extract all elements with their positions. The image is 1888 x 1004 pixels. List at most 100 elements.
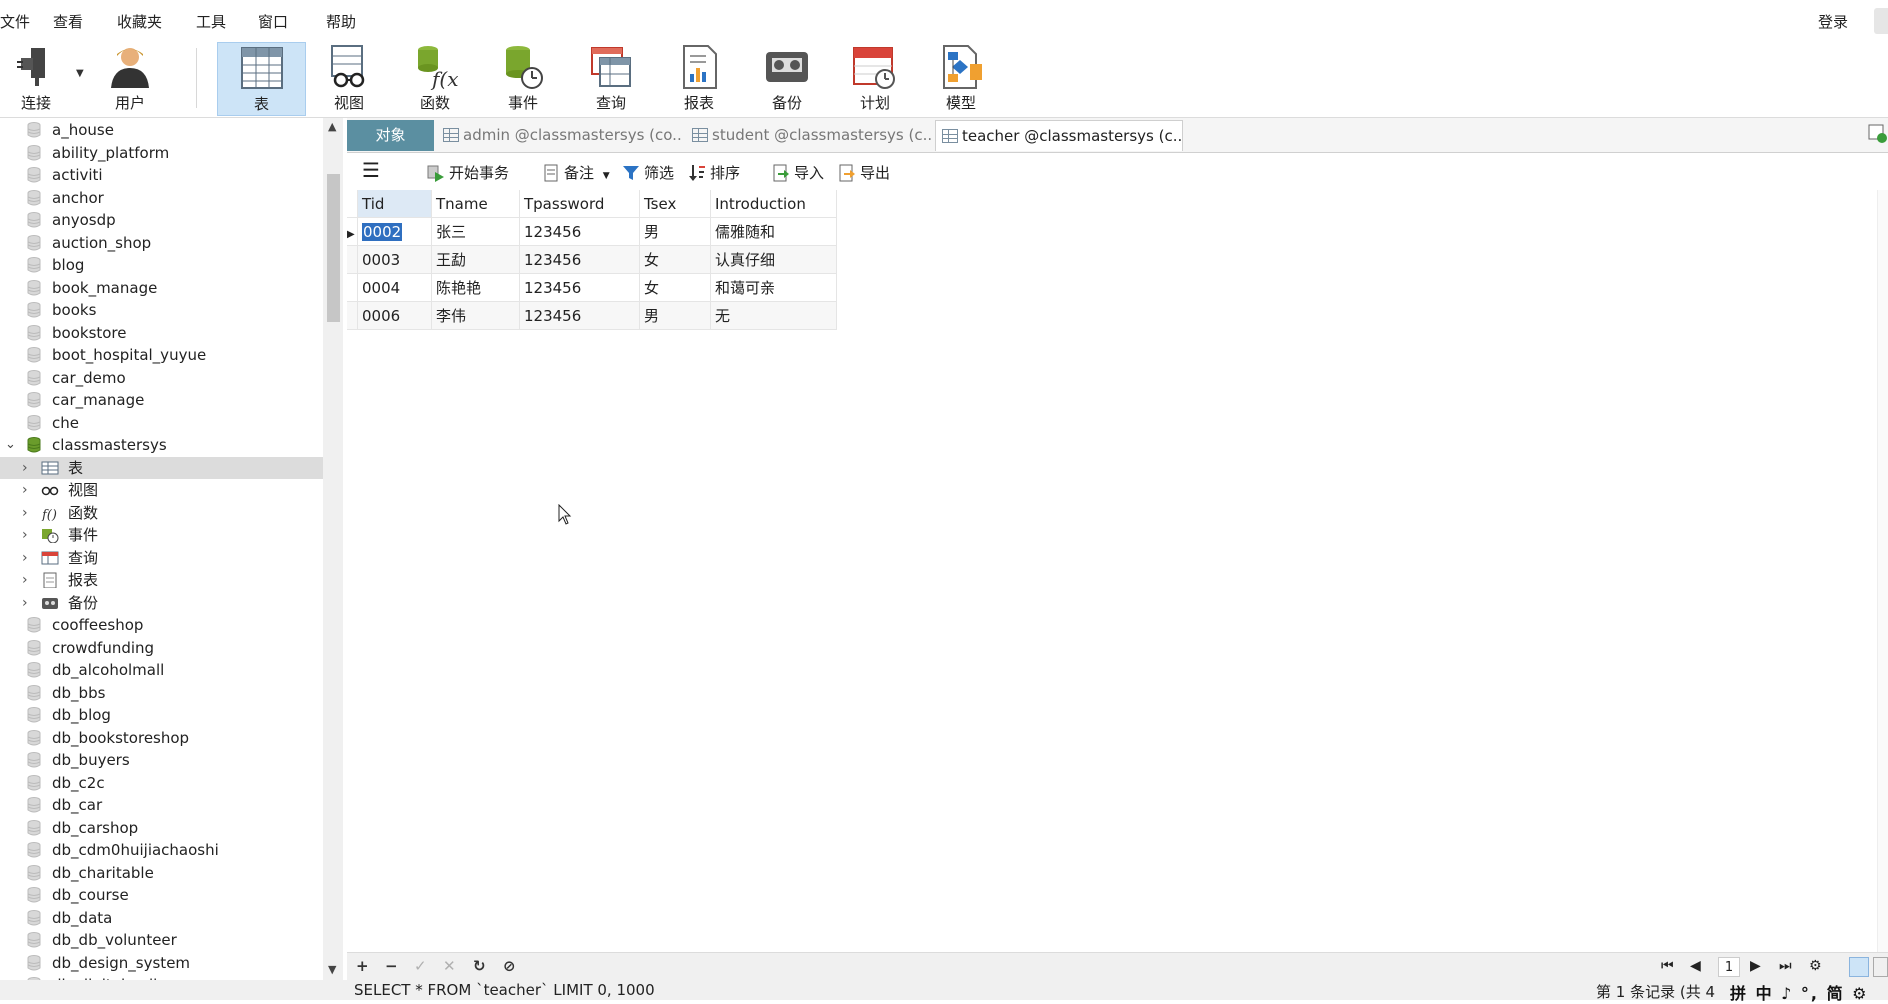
table-cell[interactable]: 无: [710, 301, 837, 330]
report-button[interactable]: 报表: [670, 42, 728, 116]
connect-dropdown-arrow-icon[interactable]: ▼: [76, 68, 84, 79]
menu-window[interactable]: 窗口: [258, 11, 288, 32]
tree-item-database[interactable]: activiti: [0, 164, 323, 186]
stop-icon[interactable]: ⊘: [503, 957, 516, 975]
begin-transaction-button[interactable]: 开始事务: [427, 162, 509, 184]
tree-item-database[interactable]: ability_platform: [0, 142, 323, 164]
column-header-tpassword[interactable]: Tpassword: [519, 190, 640, 218]
tree-item-database[interactable]: db_course: [0, 884, 323, 906]
tree-item-database[interactable]: db_design_system: [0, 952, 323, 974]
scroll-down-icon[interactable]: ▼: [328, 963, 336, 976]
table-cell[interactable]: 0006: [357, 301, 432, 330]
ime-toolbar[interactable]: 拼 中 ♪ °, 简 ⚙: [1730, 980, 1869, 1004]
menu-help[interactable]: 帮助: [326, 11, 356, 32]
prev-page-icon[interactable]: ◀: [1690, 958, 1701, 974]
connect-button[interactable]: 连接: [8, 42, 64, 116]
chevron-right-icon[interactable]: ›: [22, 592, 28, 614]
chevron-right-icon[interactable]: ›: [22, 457, 28, 479]
tree-item-database[interactable]: db_carshop: [0, 817, 323, 839]
tree-item-database[interactable]: auction_shop: [0, 232, 323, 254]
data-grid[interactable]: Tid Tname Tpassword Tsex Introduction ▶ …: [347, 190, 1888, 952]
delete-record-icon[interactable]: −: [385, 957, 398, 975]
settings-gear-icon[interactable]: ⚙: [1809, 958, 1822, 974]
table-cell[interactable]: 陈艳艳: [431, 273, 520, 302]
table-cell[interactable]: 李伟: [431, 301, 520, 330]
tree-item-database[interactable]: anchor: [0, 187, 323, 209]
tree-item-function[interactable]: › f() 函数: [0, 502, 323, 524]
menu-favorites[interactable]: 收藏夹: [117, 11, 162, 32]
tree-item-database[interactable]: a_house: [0, 119, 323, 141]
tree-item-database[interactable]: books: [0, 299, 323, 321]
table-row[interactable]: 0006 李伟 123456 男 无: [347, 301, 837, 330]
tree-item-database[interactable]: db_bookstoreshop: [0, 727, 323, 749]
table-cell[interactable]: 123456: [519, 301, 640, 330]
tab-admin[interactable]: admin @classmastersys (co...: [437, 120, 682, 151]
table-cell[interactable]: 女: [639, 245, 711, 274]
tree-item-database[interactable]: db_bbs: [0, 682, 323, 704]
tree-item-database[interactable]: db_db_volunteer: [0, 929, 323, 951]
tree-item-database[interactable]: cooffeeshop: [0, 614, 323, 636]
login-button[interactable]: 登录: [1818, 11, 1848, 32]
grid-scrollbar[interactable]: [1877, 190, 1888, 952]
discard-changes-icon[interactable]: ✕: [443, 957, 456, 975]
chevron-right-icon[interactable]: ›: [22, 479, 28, 501]
first-page-icon[interactable]: ⏮: [1661, 958, 1674, 974]
note-dropdown-arrow-icon[interactable]: ▼: [603, 171, 610, 181]
chevron-right-icon[interactable]: ›: [22, 569, 28, 591]
tree-item-open-database[interactable]: ⌄ classmastersys: [0, 434, 323, 456]
scroll-up-icon[interactable]: ▲: [328, 120, 336, 133]
menu-tools[interactable]: 工具: [196, 11, 226, 32]
tab-teacher[interactable]: teacher @classmastersys (c...: [935, 120, 1183, 151]
tree-item-database[interactable]: blog: [0, 254, 323, 276]
menu-file[interactable]: 文件: [0, 11, 30, 32]
table-cell[interactable]: 0002: [357, 217, 432, 246]
tree-item-backup-tape[interactable]: › 备份: [0, 592, 323, 614]
table-cell[interactable]: 123456: [519, 217, 640, 246]
tree-item-database[interactable]: db_blog: [0, 704, 323, 726]
table-cell[interactable]: 儒雅随和: [710, 217, 837, 246]
user-button[interactable]: 用户: [102, 42, 158, 116]
tree-item-database[interactable]: db_car: [0, 794, 323, 816]
table-cell[interactable]: 和蔼可亲: [710, 273, 837, 302]
table-cell[interactable]: 0004: [357, 273, 432, 302]
event-button[interactable]: 事件: [494, 42, 552, 116]
tree-item-database[interactable]: book_manage: [0, 277, 323, 299]
sidebar-scroll-thumb[interactable]: [327, 174, 340, 322]
hamburger-menu-icon[interactable]: ☰: [362, 159, 380, 181]
tree-item-view-glasses[interactable]: › 视图: [0, 479, 323, 501]
sort-button[interactable]: 排序: [688, 162, 740, 184]
chevron-right-icon[interactable]: ›: [22, 547, 28, 569]
table-cell[interactable]: 认真仔细: [710, 245, 837, 274]
tree-item-database[interactable]: db_data: [0, 907, 323, 929]
tree-item-database[interactable]: db_c2c: [0, 772, 323, 794]
tree-item-database[interactable]: bookstore: [0, 322, 323, 344]
menu-view[interactable]: 查看: [53, 11, 83, 32]
table-cell[interactable]: 张三: [431, 217, 520, 246]
column-header-tsex[interactable]: Tsex: [639, 190, 711, 218]
column-header-tid[interactable]: Tid: [357, 190, 432, 218]
sidebar-scrollbar[interactable]: ▲ ▼: [323, 118, 343, 980]
tree-item-event-clock[interactable]: › 事件: [0, 524, 323, 546]
schedule-button[interactable]: 计划: [846, 42, 904, 116]
tree-item-database[interactable]: anyosdp: [0, 209, 323, 231]
tree-item-database[interactable]: db_charitable: [0, 862, 323, 884]
query-button[interactable]: 查询: [582, 42, 640, 116]
page-number-input[interactable]: 1: [1718, 957, 1740, 977]
tree-item-query[interactable]: › 查询: [0, 547, 323, 569]
table-cell[interactable]: 0003: [357, 245, 432, 274]
form-view-icon[interactable]: [1873, 957, 1888, 977]
tree-item-database[interactable]: db_buyers: [0, 749, 323, 771]
table-cell[interactable]: 男: [639, 301, 711, 330]
tree-item-database[interactable]: car_demo: [0, 367, 323, 389]
tree-item-database[interactable]: db_cdm0huijiachaoshi: [0, 839, 323, 861]
table-row[interactable]: 0004 陈艳艳 123456 女 和蔼可亲: [347, 273, 837, 302]
tree-item-table[interactable]: › 表: [0, 456, 323, 479]
grid-view-icon[interactable]: [1849, 957, 1869, 977]
add-record-icon[interactable]: +: [356, 957, 369, 975]
backup-button[interactable]: 备份: [758, 42, 816, 116]
note-button[interactable]: 备注 ▼: [542, 162, 610, 187]
user-avatar-icon[interactable]: [1874, 8, 1888, 34]
chevron-down-icon[interactable]: ⌄: [5, 434, 16, 456]
view-button[interactable]: 视图: [320, 42, 378, 116]
column-header-tname[interactable]: Tname: [431, 190, 520, 218]
